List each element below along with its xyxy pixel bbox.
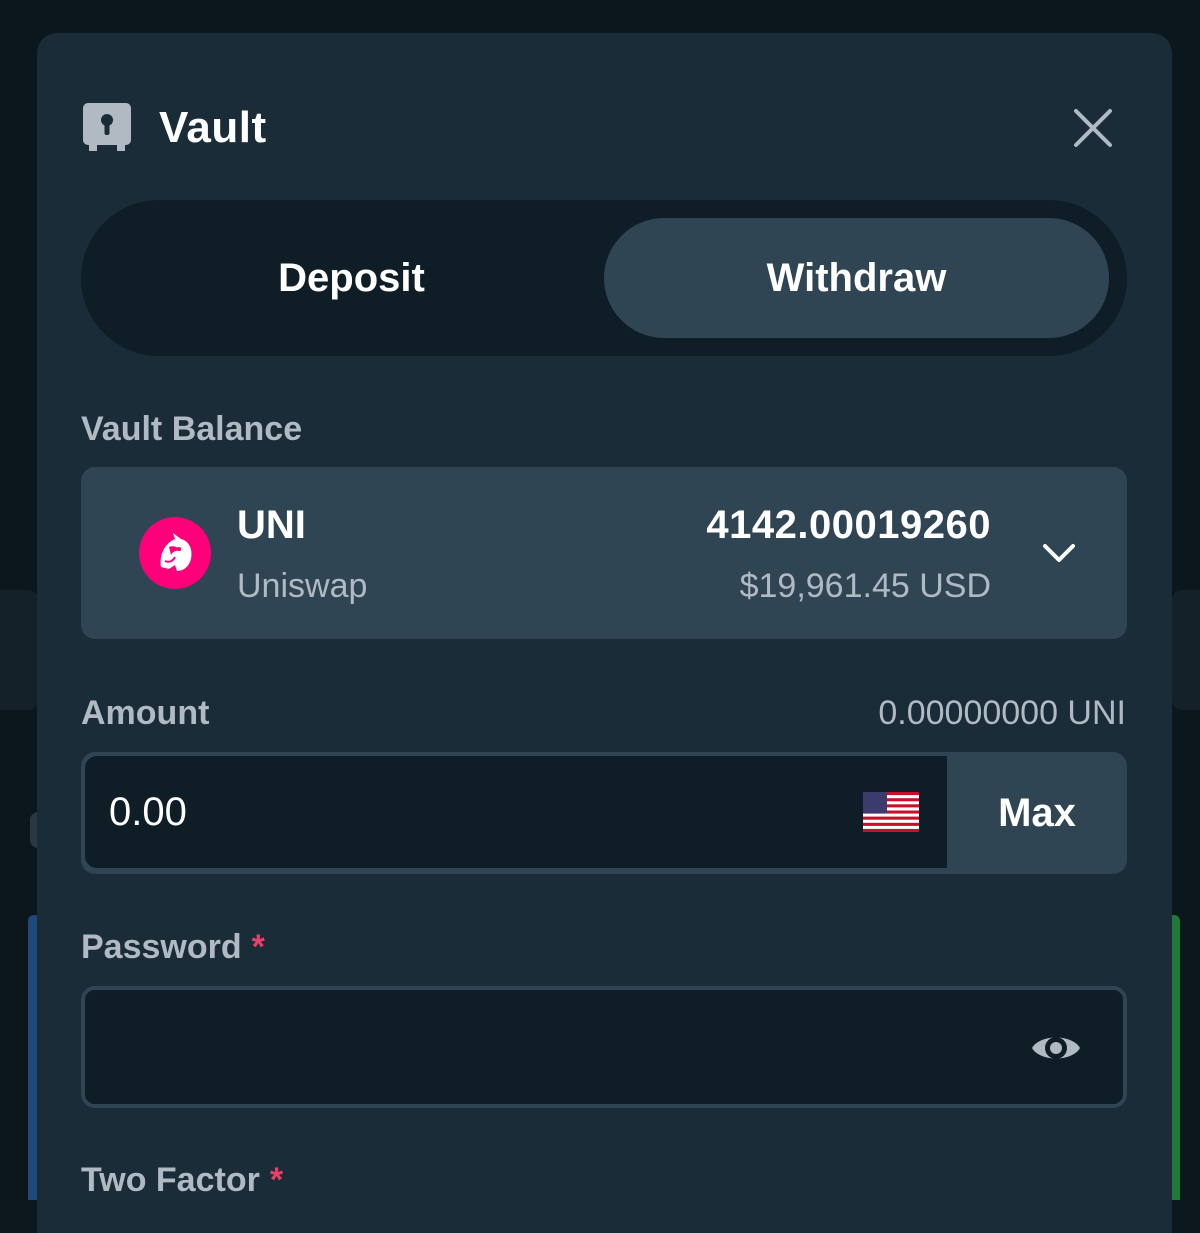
amount-input[interactable]	[109, 756, 809, 868]
asset-usd-value: $19,961.45 USD	[740, 567, 991, 606]
required-mark: *	[252, 928, 265, 966]
background-panel	[0, 590, 38, 710]
amount-field: Max	[81, 752, 1127, 874]
amount-label: Amount	[81, 694, 209, 733]
amount-input-container	[85, 756, 947, 868]
background-panel	[1172, 590, 1200, 710]
password-input[interactable]	[109, 990, 989, 1104]
modal-title: Vault	[159, 103, 267, 153]
us-flag-icon[interactable]	[863, 792, 919, 832]
vault-icon	[83, 103, 131, 153]
asset-name: Uniswap	[237, 567, 367, 606]
tab-withdraw[interactable]: Withdraw	[604, 218, 1109, 338]
password-field[interactable]	[81, 986, 1127, 1108]
max-button[interactable]: Max	[947, 752, 1127, 874]
eye-icon[interactable]	[1029, 1026, 1083, 1070]
deposit-withdraw-tabs: Deposit Withdraw	[81, 200, 1127, 356]
required-mark: *	[270, 1161, 283, 1199]
two-factor-label: Two Factor*	[81, 1161, 283, 1200]
modal-header: Vault	[83, 93, 1126, 163]
asset-balance: 4142.00019260	[706, 503, 991, 548]
asset-symbol: UNI	[237, 503, 306, 548]
asset-selector[interactable]: UNI Uniswap 4142.00019260 $19,961.45 USD	[81, 467, 1127, 639]
close-icon[interactable]	[1068, 103, 1118, 153]
vault-modal: Vault Deposit Withdraw Vault Balance UNI…	[37, 33, 1172, 1233]
chevron-down-icon	[1041, 535, 1077, 571]
tab-deposit[interactable]: Deposit	[99, 218, 604, 338]
uniswap-icon	[139, 517, 211, 589]
amount-conversion: 0.00000000 UNI	[878, 694, 1126, 733]
password-label: Password*	[81, 928, 265, 967]
vault-balance-label: Vault Balance	[81, 410, 302, 449]
